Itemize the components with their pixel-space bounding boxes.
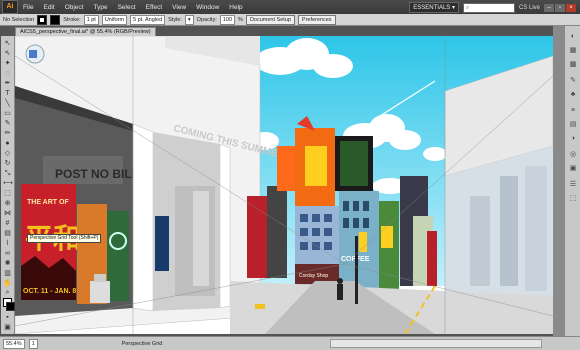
brush-definition[interactable]: 5 pt. Angled [130, 14, 166, 25]
blend-tool-icon[interactable]: ∞ [3, 250, 12, 258]
cs-live-button[interactable]: CS Live [519, 5, 540, 11]
symbols-panel-icon[interactable]: ♣ [568, 90, 578, 99]
menu-type[interactable]: Type [88, 4, 112, 11]
perspective-artwork: POST NO BILLS THE ART OF 平和 OCT. 11 - JA… [15, 36, 553, 334]
stroke-weight-field[interactable]: 1 pt [83, 14, 99, 25]
paintbrush-tool-icon[interactable]: ✎ [3, 120, 12, 128]
menu-view[interactable]: View [167, 4, 191, 11]
dark-building [267, 186, 287, 278]
direct-selection-tool-icon[interactable]: ⇖ [3, 50, 12, 58]
graphic-styles-icon[interactable]: ▣ [568, 164, 578, 173]
robot-figure [90, 281, 110, 303]
menu-bar: Ai File Edit Object Type Select Effect V… [0, 0, 580, 14]
current-tool-status[interactable]: Perspective Grid [122, 341, 163, 347]
document-setup-button[interactable]: Document Setup [245, 14, 295, 25]
variable-width-profile[interactable]: Uniform [101, 14, 128, 25]
minimize-icon[interactable]: – [544, 3, 554, 12]
free-transform-tool-icon[interactable]: ⬚ [3, 190, 12, 198]
pillar-left [132, 123, 154, 312]
swatches-panel-icon[interactable]: ▩ [568, 60, 578, 69]
stroke-swatch[interactable] [50, 14, 61, 25]
pasteboard-edge [553, 26, 564, 336]
artboard-canvas[interactable]: POST NO BILLS THE ART OF 平和 OCT. 11 - JA… [15, 36, 553, 334]
scale-tool-icon[interactable]: ⤡ [3, 170, 12, 178]
control-bar: No Selection Stroke: 1 pt Uniform 5 pt. … [0, 14, 580, 26]
rectangle-tool-icon[interactable]: ▭ [3, 110, 12, 118]
menu-help[interactable]: Help [224, 4, 247, 11]
menu-file[interactable]: File [18, 4, 38, 11]
eyedropper-tool-icon[interactable]: ⌇ [3, 240, 12, 248]
fill-swatch[interactable] [37, 14, 48, 25]
shop-sign: Corday Shop [299, 273, 328, 279]
workspace-switcher[interactable]: ESSENTIALS ▾ [409, 2, 459, 13]
help-search-input[interactable]: ⌕ [462, 2, 515, 13]
color-guide-icon[interactable]: ▦ [568, 46, 578, 55]
type-tool-icon[interactable]: T [3, 90, 12, 98]
mesh-tool-icon[interactable]: # [3, 220, 12, 228]
perspective-grid-tool-icon[interactable]: ⋈ [3, 210, 12, 218]
symbol-sprayer-tool-icon[interactable]: ✺ [3, 260, 12, 268]
orange-billboard [277, 146, 295, 191]
menu-edit[interactable]: Edit [38, 4, 59, 11]
selection-tool-icon[interactable]: ↖ [3, 40, 12, 48]
tools-panel: ↖ ⇖ ✦ ◌ ✒ T ╲ ▭ ✎ ✏ ● ◇ ↻ ⤡ ⟷ ⬚ ⊕ ⋈ # ▤ … [1, 36, 15, 334]
brushes-panel-icon[interactable]: ✎ [568, 76, 578, 85]
menu-object[interactable]: Object [60, 4, 89, 11]
transparency-panel-icon[interactable]: ◑ [568, 134, 578, 143]
preferences-button[interactable]: Preferences [297, 14, 336, 25]
traffic-light-pole [355, 236, 358, 304]
blob-brush-tool-icon[interactable]: ● [3, 140, 12, 148]
poster-dates: OCT. 11 - JAN. 8 [23, 288, 76, 295]
gradient-tool-icon[interactable]: ▤ [3, 230, 12, 238]
poster-title: THE ART OF [27, 199, 69, 206]
pillar-right [219, 143, 231, 309]
layers-panel-icon[interactable]: ☰ [568, 180, 578, 189]
document-tab[interactable]: AICS5_perspective_final.ai* @ 55.4% (RGB… [15, 27, 156, 36]
restore-icon[interactable]: ▫ [555, 3, 565, 12]
pedestrian [337, 284, 343, 300]
shape-builder-tool-icon[interactable]: ⊕ [3, 200, 12, 208]
menu-right-group: ESSENTIALS ▾ ⌕ CS Live – ▫ × [409, 2, 576, 13]
opacity-label[interactable]: Opacity: [197, 17, 217, 23]
opacity-unit: % [238, 16, 243, 23]
app-logo: Ai [2, 0, 18, 14]
style-label: Style: [168, 16, 182, 23]
eraser-tool-icon[interactable]: ◇ [3, 150, 12, 158]
lasso-tool-icon[interactable]: ◌ [3, 70, 12, 78]
graphic-style-picker[interactable]: ▾ [184, 14, 194, 25]
zoom-tool-icon[interactable]: ⌕ [3, 289, 12, 297]
line-tool-icon[interactable]: ╲ [3, 100, 12, 108]
tool-tooltip: Perspective Grid Tool (Shift+P) [27, 234, 102, 243]
green-poster [107, 211, 129, 301]
window-controls: – ▫ × [544, 3, 576, 12]
close-icon[interactable]: × [566, 3, 576, 12]
menu-effect[interactable]: Effect [141, 4, 168, 11]
screen-mode-icon[interactable]: ▣ [3, 324, 12, 332]
pen-tool-icon[interactable]: ✒ [3, 80, 12, 88]
width-tool-icon[interactable]: ⟷ [3, 180, 13, 188]
menu-window[interactable]: Window [191, 4, 224, 11]
pencil-tool-icon[interactable]: ✏ [3, 130, 12, 138]
column-graph-tool-icon[interactable]: ▥ [3, 270, 12, 278]
stroke-panel-icon[interactable]: ≡ [568, 106, 578, 115]
menu-select[interactable]: Select [113, 4, 141, 11]
panel-dock: ◐ ▦ ▩ ✎ ♣ ≡ ▤ ◑ ◎ ▣ ☰ ⬚ [564, 26, 580, 336]
artboard-navigator[interactable]: 1 [28, 338, 38, 349]
artboards-panel-icon[interactable]: ⬚ [568, 194, 578, 203]
hand-tool-icon[interactable]: ✋ [3, 280, 12, 288]
magic-wand-tool-icon[interactable]: ✦ [3, 60, 12, 68]
opacity-field[interactable]: 100 [219, 14, 236, 25]
appearance-panel-icon[interactable]: ◎ [568, 150, 578, 159]
color-mode-icon[interactable]: ▪ [3, 314, 12, 322]
selection-status: No Selection [3, 16, 35, 23]
stroke-color-icon[interactable] [6, 302, 15, 311]
color-panel-icon[interactable]: ◐ [568, 32, 578, 41]
zoom-field[interactable]: 55.4% [3, 338, 25, 349]
gradient-panel-icon[interactable]: ▤ [568, 120, 578, 129]
rotate-tool-icon[interactable]: ↻ [3, 160, 12, 168]
horizontal-scrollbar[interactable] [330, 339, 542, 348]
stroke-label[interactable]: Stroke: [63, 17, 80, 23]
